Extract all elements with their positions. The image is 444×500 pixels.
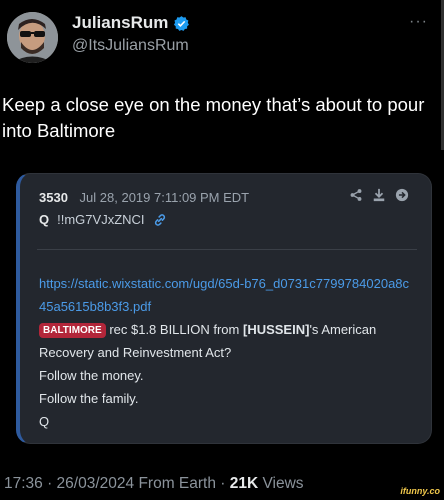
verified-badge-icon — [174, 15, 190, 31]
avatar[interactable] — [7, 12, 58, 63]
quoted-post-card[interactable]: 3530 Jul 28, 2019 7:11:09 PM EDT Q !!mG7… — [16, 173, 432, 444]
quote-signature: Q !!mG7VJxZNCI — [39, 212, 167, 227]
post-timestamp: Jul 28, 2019 7:11:09 PM EDT — [79, 190, 250, 205]
arrow-right-circle-icon[interactable] — [395, 188, 409, 202]
quote-header: 3530 Jul 28, 2019 7:11:09 PM EDT — [39, 190, 249, 205]
pdf-link[interactable]: https://static.wixstatic.com/ugd/65d-b76… — [39, 272, 414, 318]
post-number: 3530 — [39, 190, 68, 205]
link-icon[interactable] — [153, 213, 167, 227]
tweet-text: Keep a close eye on the money that’s abo… — [2, 94, 425, 141]
quote-text-bold: [HUSSEIN] — [242, 322, 310, 337]
tweet-meta: 17:36 · 26/03/2024 From Earth · — [4, 475, 230, 492]
quote-line-follow-money: Follow the money. — [39, 368, 144, 383]
author-display-name[interactable]: JuliansRum — [72, 13, 168, 33]
share-icon[interactable] — [349, 188, 363, 202]
q-label: Q — [39, 212, 50, 227]
more-options-icon[interactable]: ··· — [409, 13, 428, 31]
download-icon[interactable] — [372, 188, 386, 202]
quote-line-follow-family: Follow the family. — [39, 391, 139, 406]
avatar-image — [7, 12, 58, 63]
author-handle[interactable]: @ItsJuliansRum — [72, 37, 189, 55]
tweet-footer: 17:36 · 26/03/2024 From Earth · 21K View… — [4, 475, 304, 493]
baltimore-badge: BALTIMORE — [39, 323, 106, 338]
quote-text-part1: rec $1.8 BILLION from — [105, 322, 243, 337]
quote-actions — [349, 188, 409, 202]
quote-sign: Q — [39, 414, 50, 429]
tripcode: !!mG7VJxZNCI — [57, 212, 145, 227]
ifunny-watermark: ifunny.co — [400, 486, 440, 496]
views-count[interactable]: 21K — [230, 475, 258, 492]
views-label: Views — [258, 475, 304, 492]
quote-main-line: BALTIMORE rec $1.8 BILLION from [HUSSEIN… — [39, 318, 414, 364]
quote-divider — [37, 249, 417, 250]
quote-body: https://static.wixstatic.com/ugd/65d-b76… — [39, 272, 414, 433]
